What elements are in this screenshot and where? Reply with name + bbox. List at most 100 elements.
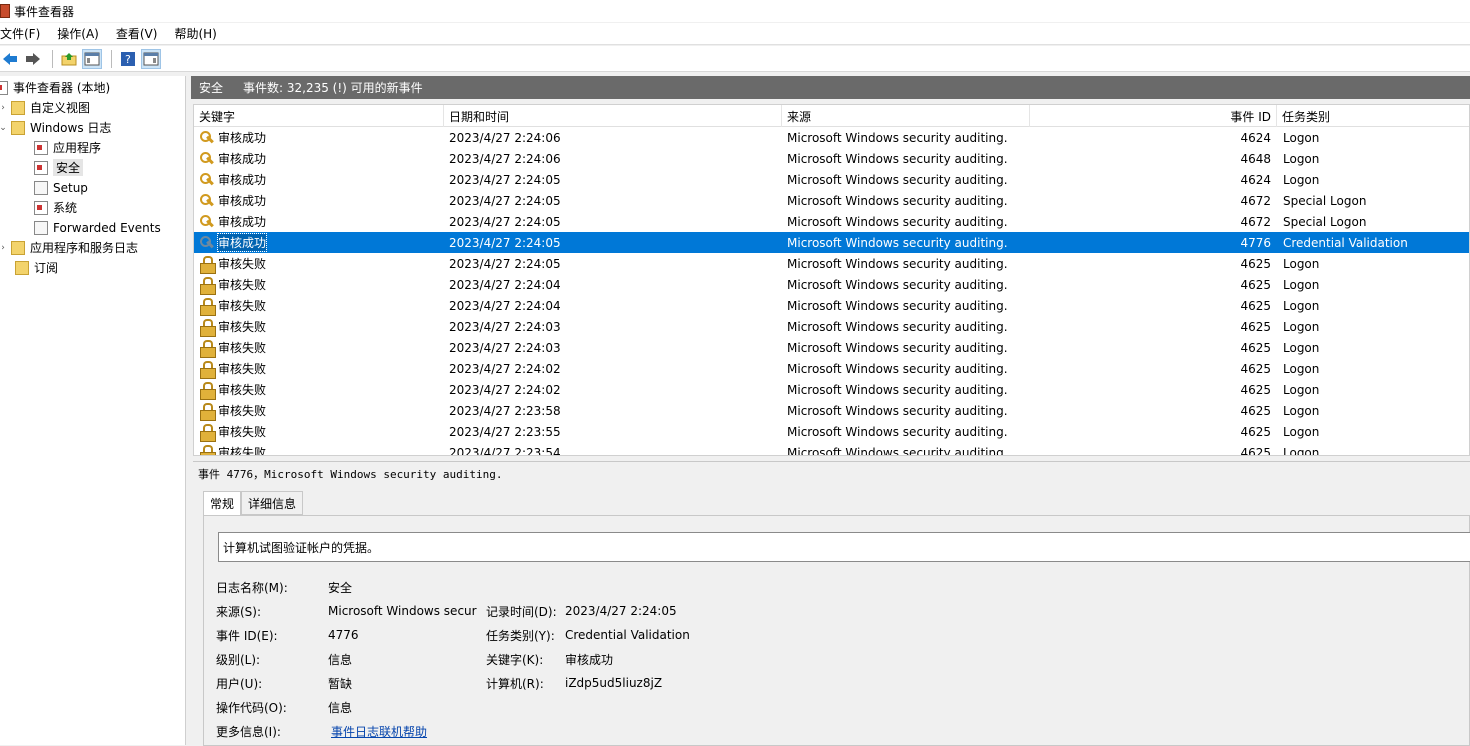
task-category-value[interactable]: Credential Validation [565, 626, 690, 644]
task-category-cell: Logon [1283, 403, 1320, 418]
datetime-cell: 2023/4/27 2:24:04 [449, 298, 561, 313]
log-name-value[interactable]: 安全 [328, 578, 352, 596]
table-row[interactable]: 审核成功 2023/4/27 2:24:06 Microsoft Windows s… [194, 148, 1469, 169]
user-value[interactable]: 暂缺 [328, 674, 352, 692]
table-row[interactable]: 审核成功 2023/4/27 2:24:06 Microsoft Windows s… [194, 127, 1469, 148]
folder-icon [11, 100, 25, 115]
back-arrow-icon[interactable] [0, 49, 20, 69]
source-cell: Microsoft Windows security auditing. [787, 256, 1008, 271]
table-row[interactable]: 审核成功 2023/4/27 2:24:05 Microsoft Windows s… [194, 169, 1469, 190]
help-icon[interactable]: ? [118, 49, 138, 69]
keywords-value[interactable]: 审核成功 [565, 650, 613, 668]
table-row[interactable]: 审核成功 2023/4/27 2:24:05 Microsoft Windows s… [194, 190, 1469, 211]
column-header-event-id[interactable]: 事件 ID [1030, 105, 1277, 127]
log-icon [34, 180, 48, 195]
datetime-cell: 2023/4/27 2:24:06 [449, 130, 561, 145]
task-category-cell: Logon [1283, 319, 1320, 334]
general-tab-body: 计算机试图验证帐户的凭据。 日志名称(M): 安全 来源(S): Microso… [203, 515, 1470, 746]
keyword-cell: 审核失败 [199, 379, 266, 400]
source-cell: Microsoft Windows security auditing. [787, 361, 1008, 376]
forward-arrow-icon[interactable] [23, 49, 43, 69]
up-folder-icon[interactable] [59, 49, 79, 69]
table-row[interactable]: 审核失败 2023/4/27 2:24:03 Microsoft Windows s… [194, 337, 1469, 358]
datetime-cell: 2023/4/27 2:23:55 [449, 424, 561, 439]
keyword-cell: 审核失败 [199, 358, 266, 379]
chevron-right-icon[interactable]: › [0, 243, 8, 253]
keyword-cell: 审核失败 [199, 316, 266, 337]
tree-item-system[interactable]: 系统 [34, 198, 77, 217]
keyword-text: 审核失败 [218, 257, 267, 271]
tree-item-custom-views[interactable]: › 自定义视图 [0, 98, 90, 117]
opcode-value[interactable]: 信息 [328, 698, 352, 716]
tree-item-forwarded-events[interactable]: Forwarded Events [34, 218, 161, 237]
column-header-source[interactable]: 来源 [782, 105, 1030, 127]
chevron-right-icon[interactable]: › [0, 103, 8, 113]
toolbar-separator [111, 49, 112, 68]
tree-item-windows-logs[interactable]: ⌄ Windows 日志 [0, 118, 111, 137]
table-row[interactable]: 审核失败 2023/4/27 2:24:04 Microsoft Windows s… [194, 274, 1469, 295]
logged-value[interactable]: 2023/4/27 2:24:05 [565, 602, 677, 620]
chevron-down-icon[interactable]: ⌄ [0, 123, 8, 133]
event-id-cell: 4625 [1240, 445, 1271, 456]
keyword-cell: 审核失败 [199, 253, 266, 274]
table-row[interactable]: 审核成功 2023/4/27 2:24:05 Microsoft Windows s… [194, 211, 1469, 232]
menu-help[interactable]: 帮助(H) [174, 25, 224, 42]
log-header-bar: 安全 事件数: 32,235 (!) 可用的新事件 [191, 76, 1470, 99]
computer-value[interactable]: iZdp5ud5liuz8jZ [565, 674, 662, 692]
svg-text:?: ? [125, 53, 131, 66]
detail-tabs: 常规 详细信息 [203, 491, 304, 516]
keyword-cell: 审核成功 [199, 169, 266, 190]
table-row[interactable]: 审核失败 2023/4/27 2:23:55 Microsoft Windows s… [194, 421, 1469, 442]
column-header-task-category[interactable]: 任务类别 [1277, 105, 1469, 127]
event-id-cell: 4625 [1240, 403, 1271, 418]
keyword-cell: 审核失败 [199, 295, 266, 316]
tree-item-subscriptions[interactable]: 订阅 [15, 258, 58, 277]
event-description[interactable]: 计算机试图验证帐户的凭据。 [218, 532, 1470, 562]
tree-item-application[interactable]: 应用程序 [34, 138, 101, 157]
keyword-text: 审核成功 [218, 173, 267, 187]
more-info-link[interactable]: 事件日志联机帮助 [331, 722, 427, 740]
show-hide-tree-icon[interactable] [82, 48, 102, 69]
task-category-cell: Logon [1283, 172, 1320, 187]
event-id-value[interactable]: 4776 [328, 626, 359, 644]
datetime-cell: 2023/4/27 2:24:05 [449, 172, 561, 187]
datetime-cell: 2023/4/27 2:24:05 [449, 235, 561, 250]
tree-item-root[interactable]: 事件查看器 (本地) [0, 78, 110, 97]
tree-item-security[interactable]: 安全 [31, 158, 84, 177]
task-category-cell: Logon [1283, 340, 1320, 355]
menu-action[interactable]: 操作(A) [57, 25, 107, 42]
table-row[interactable]: 审核失败 2023/4/27 2:24:05 Microsoft Windows s… [194, 253, 1469, 274]
table-row[interactable]: 审核失败 2023/4/27 2:23:58 Microsoft Windows s… [194, 400, 1469, 421]
lock-icon [199, 276, 216, 295]
menu-file[interactable]: 文件(F) [0, 25, 48, 42]
keyword-cell: 审核失败 [199, 274, 266, 295]
keyword-text: 审核失败 [218, 383, 267, 397]
task-category-cell: Logon [1283, 151, 1320, 166]
task-category-cell: Logon [1283, 445, 1320, 456]
column-header-keywords[interactable]: 关键字 [194, 105, 444, 127]
key-icon [199, 130, 215, 146]
task-category-label: 任务类别(Y): [486, 628, 555, 643]
table-row[interactable]: 审核失败 2023/4/27 2:23:54 Microsoft Windows s… [194, 442, 1469, 456]
source-value[interactable]: Microsoft Windows secur [328, 602, 477, 620]
log-icon [34, 200, 48, 215]
tree-item-app-service-logs[interactable]: › 应用程序和服务日志 [0, 238, 138, 257]
toolbar: ? [0, 46, 1470, 72]
show-hide-action-pane-icon[interactable] [141, 48, 161, 69]
column-header-datetime[interactable]: 日期和时间 [444, 105, 782, 127]
menu-view[interactable]: 查看(V) [116, 25, 166, 42]
event-detail-pane: 事件 4776，Microsoft Windows security audit… [193, 461, 1470, 746]
lock-icon [199, 255, 216, 274]
level-value[interactable]: 信息 [328, 650, 352, 668]
table-row[interactable]: 审核失败 2023/4/27 2:24:04 Microsoft Windows s… [194, 295, 1469, 316]
table-row[interactable]: 审核失败 2023/4/27 2:24:02 Microsoft Windows s… [194, 379, 1469, 400]
event-id-cell: 4648 [1240, 151, 1271, 166]
table-row[interactable]: 审核失败 2023/4/27 2:24:02 Microsoft Windows s… [194, 358, 1469, 379]
tree-item-setup[interactable]: Setup [34, 178, 88, 197]
event-id-cell: 4625 [1240, 340, 1271, 355]
tab-details[interactable]: 详细信息 [241, 491, 304, 515]
table-row[interactable]: 审核成功 2023/4/27 2:24:05 Microsoft Windows s… [194, 232, 1469, 253]
source-cell: Microsoft Windows security auditing. [787, 424, 1008, 439]
table-row[interactable]: 审核失败 2023/4/27 2:24:03 Microsoft Windows s… [194, 316, 1469, 337]
tab-general[interactable]: 常规 [203, 491, 242, 516]
